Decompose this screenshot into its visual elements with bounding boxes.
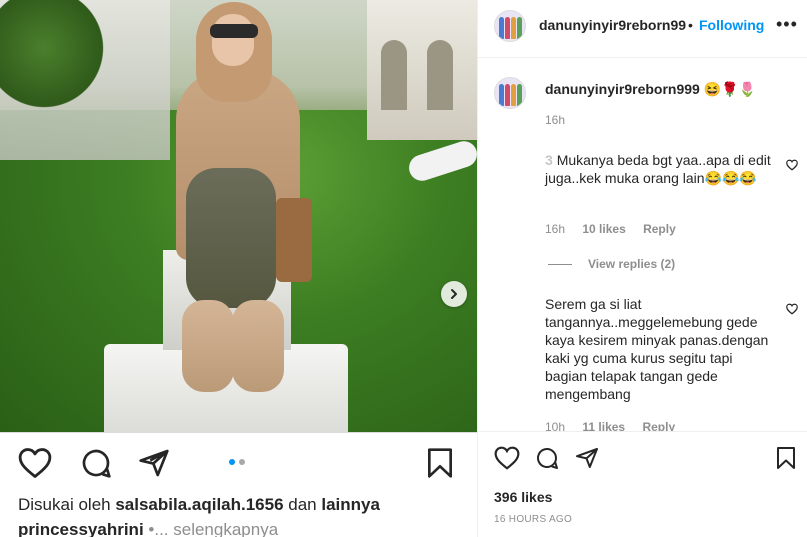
avatar[interactable]: [494, 10, 526, 42]
like-button[interactable]: [18, 447, 52, 479]
comment-button[interactable]: [80, 447, 112, 479]
comment-time[interactable]: 16h: [545, 222, 565, 236]
heart-icon: [494, 446, 520, 470]
reply-button[interactable]: Reply: [643, 222, 676, 236]
left-action-bar: Disukai oleh salsabila.aqilah.1656 dan l…: [0, 432, 477, 537]
comment-likes[interactable]: 11 likes: [582, 420, 625, 431]
bookmark-icon: [777, 447, 795, 469]
share-button[interactable]: [575, 446, 599, 470]
comment-text: Mukanya beda bgt yaa..apa di edit juga..…: [545, 152, 771, 186]
carousel-dot: [239, 459, 245, 465]
view-replies-label: View replies (2): [588, 257, 676, 271]
sunglasses: [210, 24, 258, 38]
building-right: [367, 0, 477, 140]
view-replies-button[interactable]: View replies (2): [548, 257, 675, 271]
likes-count[interactable]: 396 likes: [494, 489, 552, 505]
comment-text: Serem ga si liat tangannya..meggelemebun…: [545, 296, 769, 402]
bookmark-icon: [428, 448, 452, 478]
comment-time[interactable]: 10h: [545, 420, 565, 431]
shoe-left: [182, 300, 234, 392]
caption-user-link[interactable]: princessyahrini: [18, 520, 144, 537]
comment-like-button[interactable]: [786, 303, 798, 315]
comments-list[interactable]: danunyinyir9reborn999 😆🌹🌷 16h 3 Mukanya …: [478, 59, 807, 431]
carousel-dot-active: [229, 459, 235, 465]
carousel-next-button[interactable]: [441, 281, 467, 307]
save-button[interactable]: [426, 447, 454, 479]
see-more-link[interactable]: •... selengkapnya: [144, 520, 278, 537]
post-image: [0, 0, 477, 432]
share-icon: [139, 449, 169, 477]
post-header: danunyinyir9reborn99 • Following •••: [478, 0, 807, 58]
handbag: [276, 198, 312, 282]
like-button[interactable]: [494, 446, 520, 470]
heart-icon: [18, 448, 52, 478]
heart-icon: [786, 303, 798, 315]
liked-others-link[interactable]: lainnya: [321, 495, 380, 514]
chevron-right-icon: [451, 289, 457, 299]
caption-avatar[interactable]: [494, 77, 526, 109]
comment-meta: 10h 11 likes Reply: [545, 420, 689, 431]
comment-item: 3 Mukanya beda bgt yaa..apa di edit juga…: [545, 151, 773, 187]
heart-icon: [786, 159, 798, 171]
caption-text: 😆🌹🌷: [703, 81, 757, 97]
caption-time[interactable]: 16h: [545, 113, 565, 127]
share-button[interactable]: [138, 447, 170, 479]
more-options-button[interactable]: •••: [776, 14, 798, 35]
view-replies-line: [548, 263, 572, 265]
post-side-panel: danunyinyir9reborn99 • Following ••• dan…: [477, 0, 807, 537]
trees: [0, 0, 110, 120]
save-button[interactable]: [776, 446, 796, 470]
comment-button[interactable]: [535, 446, 559, 470]
comment-likes[interactable]: 10 likes: [582, 222, 625, 236]
liked-mid: dan: [283, 495, 322, 514]
comment-like-button[interactable]: [786, 159, 798, 171]
liked-prefix: Disukai oleh: [18, 495, 116, 514]
caption-username[interactable]: danunyinyir9reborn999: [545, 81, 700, 97]
share-icon: [576, 448, 598, 468]
carousel-indicator: [229, 459, 245, 465]
liked-by: Disukai oleh salsabila.aqilah.1656 dan l…: [18, 495, 380, 515]
following-button[interactable]: Following: [699, 17, 764, 33]
comment-icon: [82, 449, 111, 478]
reply-button[interactable]: Reply: [642, 420, 675, 431]
right-action-bar: 396 likes 16 HOURS AGO: [478, 431, 807, 537]
face: [212, 14, 254, 66]
header-separator: •: [688, 17, 693, 33]
comment-meta: 16h 10 likes Reply: [545, 222, 690, 236]
comment-icon: [537, 448, 558, 469]
post-username[interactable]: danunyinyir9reborn99: [539, 17, 686, 33]
person-legs: [186, 168, 276, 308]
liked-user-link[interactable]: salsabila.aqilah.1656: [115, 495, 283, 514]
shoe-right: [232, 300, 284, 392]
caption: danunyinyir9reborn999 😆🌹🌷: [545, 81, 756, 98]
post-timestamp[interactable]: 16 HOURS AGO: [494, 514, 572, 525]
comment-item: Serem ga si liat tangannya..meggelemebun…: [545, 295, 773, 403]
caption-preview: princessyahrini •... selengkapnya: [18, 520, 278, 537]
comment-username[interactable]: 3: [545, 152, 553, 168]
